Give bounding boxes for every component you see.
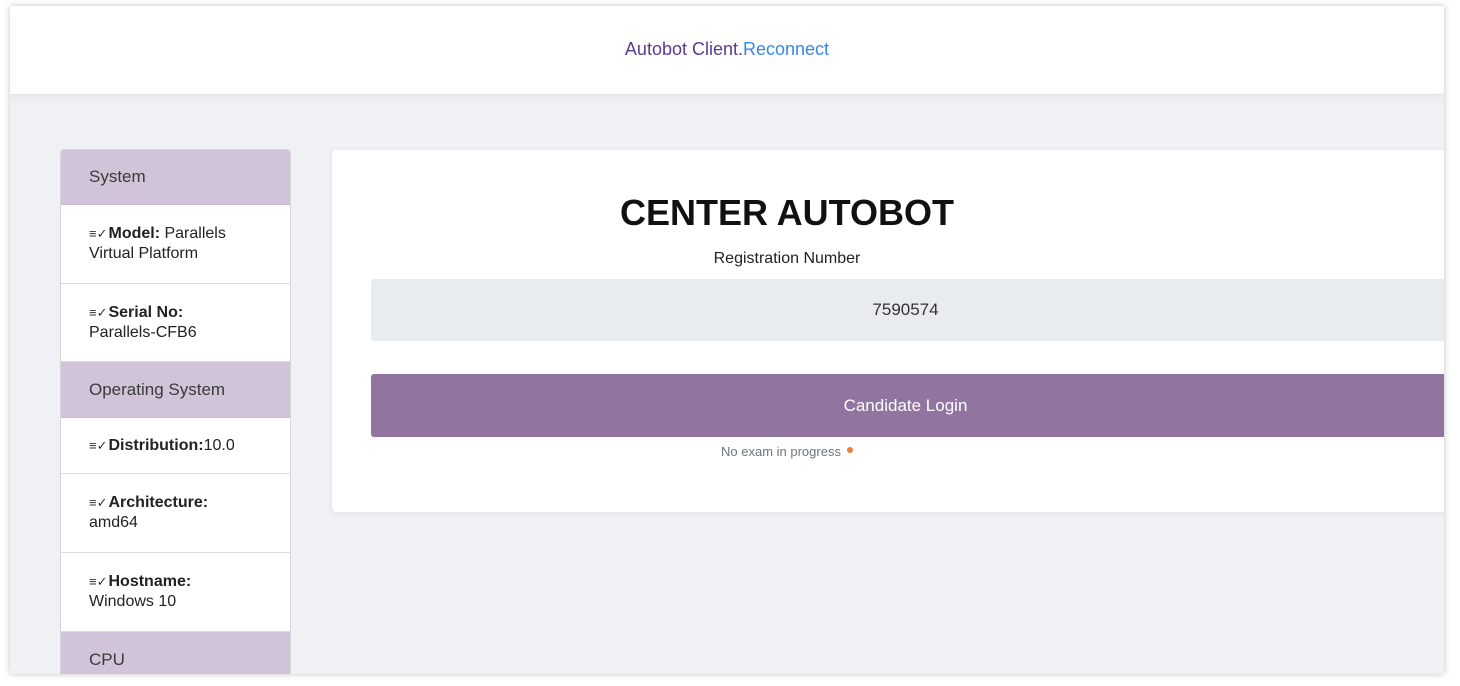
info-item-architecture: ≡✓Architecture: amd64 (61, 474, 290, 553)
top-bar: Autobot Client.Reconnect (10, 6, 1444, 95)
section-header-operating-system: Operating System (61, 362, 290, 418)
page-title: CENTER AUTOBOT (332, 192, 1444, 234)
page-title-text: CENTER AUTOBOT (619, 192, 954, 233)
info-value: Parallels-CFB6 (89, 323, 197, 341)
top-bar-content: Autobot Client.Reconnect (625, 39, 829, 60)
registration-number-input[interactable] (371, 279, 1444, 341)
info-item-distribution: ≡✓Distribution:10.0 (61, 418, 290, 474)
list-check-icon: ≡✓ (89, 437, 108, 453)
info-value: Windows 10 (89, 593, 177, 610)
list-check-icon: ≡✓ (89, 226, 108, 241)
info-item-hostname: ≡✓Hostname: Windows 10 (61, 553, 290, 632)
section-header-system: System (61, 150, 290, 205)
exam-status-text: No exam in progress (721, 444, 841, 459)
section-header-cpu: CPU (61, 632, 290, 674)
info-key: Serial No: (108, 303, 184, 321)
section-title: Operating System (89, 379, 226, 399)
list-check-icon: ≡✓ (89, 495, 108, 510)
info-key: Architecture: (108, 494, 209, 511)
reconnect-link[interactable]: Reconnect (743, 39, 829, 59)
info-item-model: ≡✓Model: Parallels Virtual Platform (61, 205, 290, 284)
system-info-sidebar: System ≡✓Model: Parallels Virtual Platfo… (60, 149, 291, 674)
section-title: System (89, 167, 146, 186)
info-value: 10.0 (203, 436, 235, 454)
info-key: Hostname: (108, 573, 192, 590)
section-title: CPU (89, 649, 125, 669)
info-value: amd64 (89, 514, 138, 531)
exam-status-content: No exam in progress (721, 444, 853, 459)
registration-label: Registration Number (332, 250, 1444, 268)
exam-status: No exam in progress (332, 444, 1444, 459)
app-window: Autobot Client.Reconnect System ≡✓Model:… (10, 6, 1444, 674)
list-check-icon: ≡✓ (89, 574, 108, 589)
login-card: CENTER AUTOBOT Registration Number Candi… (332, 150, 1444, 512)
list-check-icon: ≡✓ (89, 304, 108, 320)
info-key: Model: (108, 225, 161, 242)
info-key: Distribution: (108, 436, 204, 454)
app-name: Autobot Client. (624, 38, 743, 59)
registration-label-text: Registration Number (713, 250, 861, 267)
info-item-serial: ≡✓Serial No: Parallels-CFB6 (61, 284, 290, 362)
status-dot-icon (846, 447, 853, 453)
candidate-login-button[interactable]: Candidate Login (371, 374, 1444, 437)
